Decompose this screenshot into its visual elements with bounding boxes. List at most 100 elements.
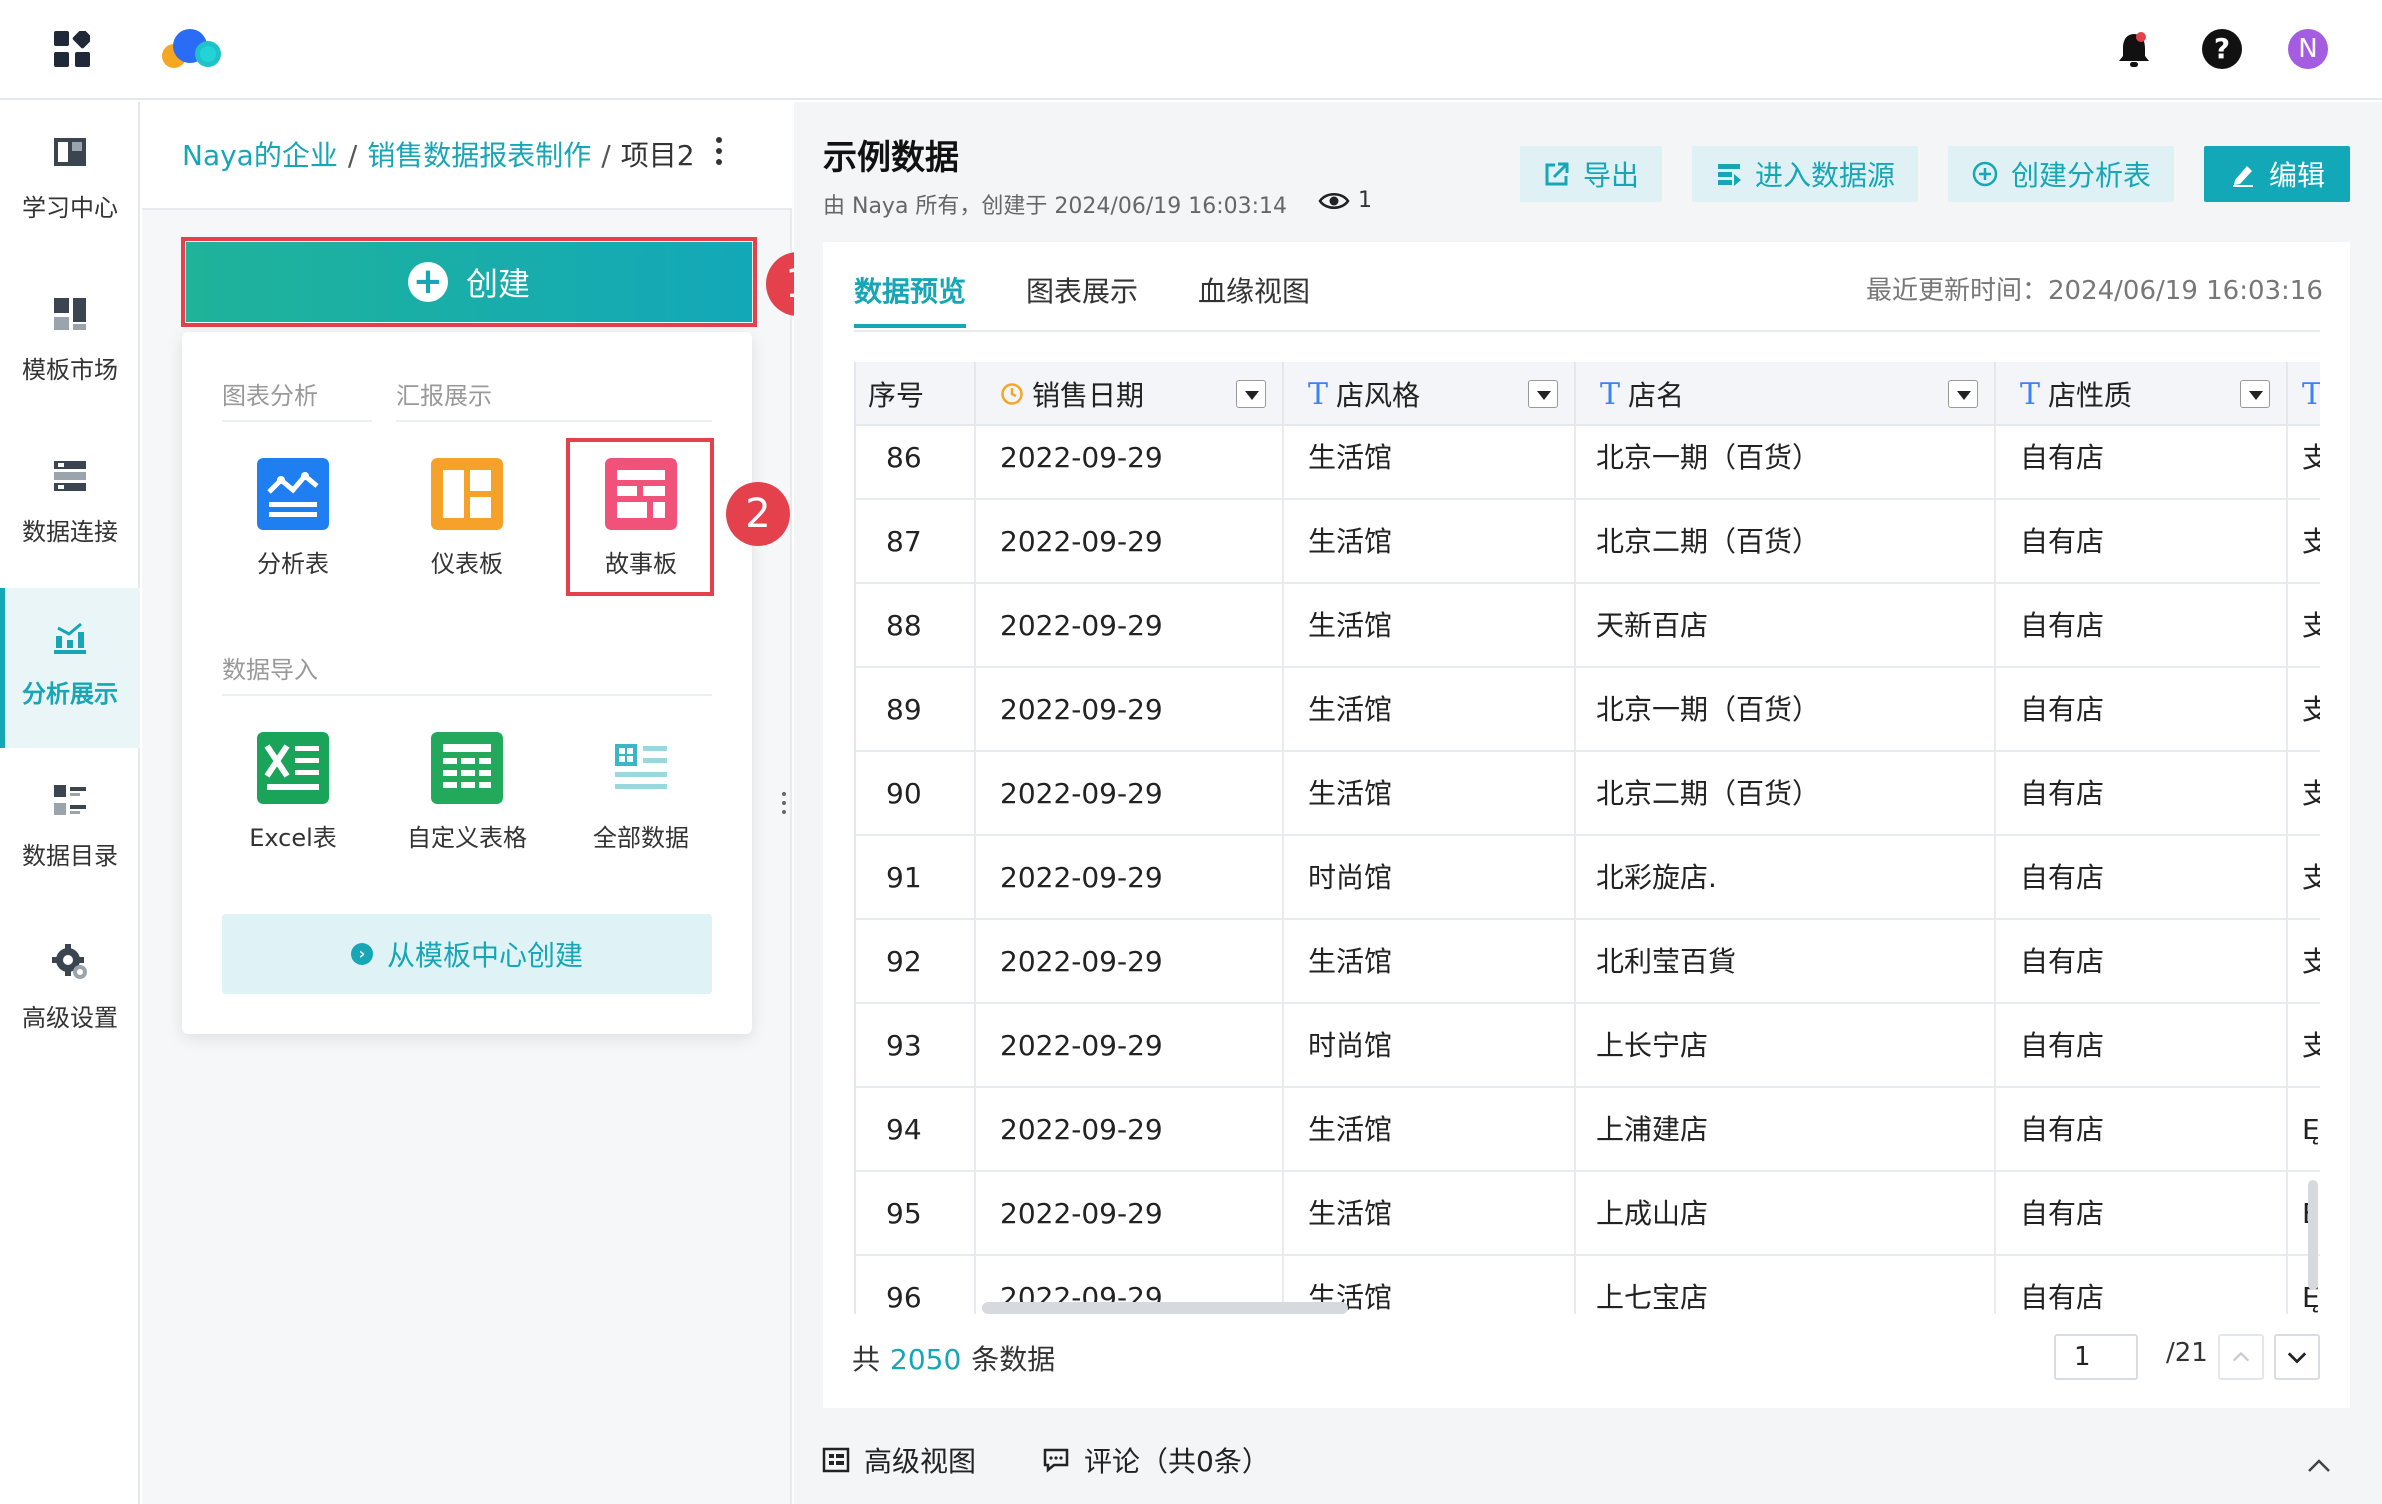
cell-store-type: 自有店 <box>1996 836 2288 920</box>
cell-store-type: 自有店 <box>1996 1172 2288 1256</box>
nav-label: 模板市场 <box>22 356 118 384</box>
cell-store-style: 生活馆 <box>1284 416 1576 500</box>
column-header-store-name[interactable]: T 店名 <box>1576 362 1996 426</box>
tile-dashboard[interactable]: 仪表板 <box>382 440 552 580</box>
create-button[interactable]: + 创建 <box>186 242 752 322</box>
tile-all-data[interactable]: 全部数据 <box>556 714 726 854</box>
cell-index: 96 <box>856 1256 976 1314</box>
tile-label: Excel表 <box>249 824 337 852</box>
nav-label: 高级设置 <box>22 1004 118 1032</box>
record-count: 共 2050 条数据 <box>852 1338 1055 1378</box>
dropdown-icon[interactable] <box>1236 380 1266 408</box>
page-up-icon[interactable] <box>2218 1334 2264 1380</box>
table-row[interactable]: 902022-09-29生活馆北京二期（百货）自有店支 <box>856 752 2320 836</box>
cell-overflow: 支 <box>2288 920 2320 1004</box>
notification-bell-icon[interactable] <box>2116 30 2152 70</box>
table-row[interactable]: 892022-09-29生活馆北京一期（百货）自有店支 <box>856 668 2320 752</box>
vertical-scrollbar[interactable] <box>2308 1180 2318 1290</box>
bottom-bar <box>794 1418 2382 1504</box>
column-label: 序号 <box>868 379 925 412</box>
avatar[interactable]: N <box>2288 29 2328 69</box>
top-bar <box>0 0 2382 100</box>
chevron-up-icon[interactable] <box>2306 1456 2332 1474</box>
tab-chart-display[interactable]: 图表展示 <box>1026 270 1138 310</box>
tile-analysis-table[interactable]: 分析表 <box>208 440 378 580</box>
template-icon <box>54 298 86 330</box>
section-report-display: 汇报展示 <box>396 382 492 410</box>
create-analysis-button[interactable]: 创建分析表 <box>1948 146 2174 202</box>
column-header-overflow: T <box>2288 362 2320 426</box>
page-number-input[interactable]: 1 <box>2054 1334 2138 1380</box>
cloud-logo-icon <box>162 29 221 68</box>
cell-index: 90 <box>856 752 976 836</box>
table-row[interactable]: 912022-09-29时尚馆北彩旋店.自有店支 <box>856 836 2320 920</box>
nav-item-advanced-settings[interactable]: 高级设置 <box>0 912 140 1072</box>
table-row[interactable]: 922022-09-29生活馆北利莹百貨自有店支 <box>856 920 2320 1004</box>
cell-overflow: Ę <box>2302 1113 2320 1146</box>
advanced-view-icon <box>822 1447 850 1473</box>
breadcrumb-separator: / <box>601 139 611 172</box>
table-row[interactable]: 952022-09-29生活馆上成山店自有店Ę <box>856 1172 2320 1256</box>
column-header-store-style[interactable]: T 店风格 <box>1284 362 1576 426</box>
table-header: 序号 销售日期 T 店风格 T 店名 T 店性质 T <box>856 362 2320 426</box>
column-label: 店性质 <box>2048 379 2133 412</box>
tab-lineage-view[interactable]: 血缘视图 <box>1198 270 1310 310</box>
nav-item-analysis-display[interactable]: 分析展示 <box>0 588 140 748</box>
comments-button[interactable]: 评论（共0条） <box>1042 1440 1270 1480</box>
cell-overflow: 支 <box>2288 416 2320 500</box>
column-label: 店名 <box>1628 379 1685 412</box>
nav-item-learning-center[interactable]: 学习中心 <box>0 102 140 262</box>
horizontal-scrollbar[interactable] <box>982 1302 1348 1314</box>
edit-label: 编辑 <box>2268 159 2325 192</box>
divider <box>396 420 712 422</box>
database-link-icon <box>54 461 86 491</box>
dataset-meta: 由 Naya 所有，创建于 2024/06/19 16:03:14 <box>823 194 1288 219</box>
column-header-store-type[interactable]: T 店性质 <box>1996 362 2288 426</box>
total-number: 2050 <box>890 1343 962 1376</box>
column-header-index[interactable]: 序号 <box>856 362 976 426</box>
export-button[interactable]: 导出 <box>1520 146 1662 202</box>
dropdown-icon[interactable] <box>1528 380 1558 408</box>
table-row[interactable]: 932022-09-29时尚馆上长宁店自有店支 <box>856 1004 2320 1088</box>
tile-excel[interactable]: Excel表 <box>208 714 378 854</box>
datasource-label: 进入数据源 <box>1754 159 1895 192</box>
table-row[interactable]: 862022-09-29生活馆北京一期（百货）自有店支 <box>856 416 2320 500</box>
page-down-icon[interactable] <box>2274 1334 2320 1380</box>
create-from-template-button[interactable]: › 从模板中心创建 <box>222 914 712 994</box>
breadcrumb-org[interactable]: Naya的企业 <box>182 139 338 172</box>
nav-item-template-market[interactable]: 模板市场 <box>0 264 140 424</box>
nav-item-data-connection[interactable]: 数据连接 <box>0 426 140 586</box>
breadcrumb-folder[interactable]: 销售数据报表制作 <box>367 139 591 172</box>
dropdown-icon[interactable] <box>2240 380 2270 408</box>
cell-sales-date: 2022-09-29 <box>976 752 1284 836</box>
nav-label: 分析展示 <box>22 680 118 708</box>
cell-store-style: 生活馆 <box>1284 584 1576 668</box>
tab-data-preview[interactable]: 数据预览 <box>854 270 966 310</box>
step-badge-2: 2 <box>726 482 790 546</box>
cell-store-name: 北京二期（百货） <box>1576 752 1996 836</box>
advanced-view-button[interactable]: 高级视图 <box>822 1440 976 1480</box>
column-header-sales-date[interactable]: 销售日期 <box>976 362 1284 426</box>
breadcrumb-current: 项目2 <box>620 139 695 172</box>
help-icon[interactable]: ? <box>2202 29 2242 69</box>
edit-button[interactable]: 编辑 <box>2204 146 2350 202</box>
cell-store-type: 自有店 <box>1996 584 2288 668</box>
resize-handle-icon[interactable] <box>780 790 788 816</box>
more-vertical-icon[interactable] <box>712 134 726 168</box>
cell-store-style: 时尚馆 <box>1284 1004 1576 1088</box>
nav-label: 学习中心 <box>22 194 118 222</box>
date-type-icon <box>1001 383 1023 405</box>
dropdown-icon[interactable] <box>1948 380 1978 408</box>
table-row[interactable]: 872022-09-29生活馆北京二期（百货）自有店支 <box>856 500 2320 584</box>
app-grid-icon[interactable] <box>54 31 90 67</box>
table-row[interactable]: 882022-09-29生活馆天新百店自有店支 <box>856 584 2320 668</box>
storyboard-highlight-box <box>566 438 714 596</box>
page-title: 示例数据 <box>823 138 959 178</box>
enter-datasource-button[interactable]: 进入数据源 <box>1692 146 1918 202</box>
divider <box>222 420 372 422</box>
analysis-table-icon <box>257 458 329 530</box>
table-row[interactable]: 94 2022-09-29 生活馆 上浦建店 自有店 Ę <box>856 1088 2320 1172</box>
nav-item-data-catalog[interactable]: 数据目录 <box>0 750 140 910</box>
analysis-icon <box>54 622 86 654</box>
tile-custom-table[interactable]: 自定义表格 <box>382 714 552 854</box>
